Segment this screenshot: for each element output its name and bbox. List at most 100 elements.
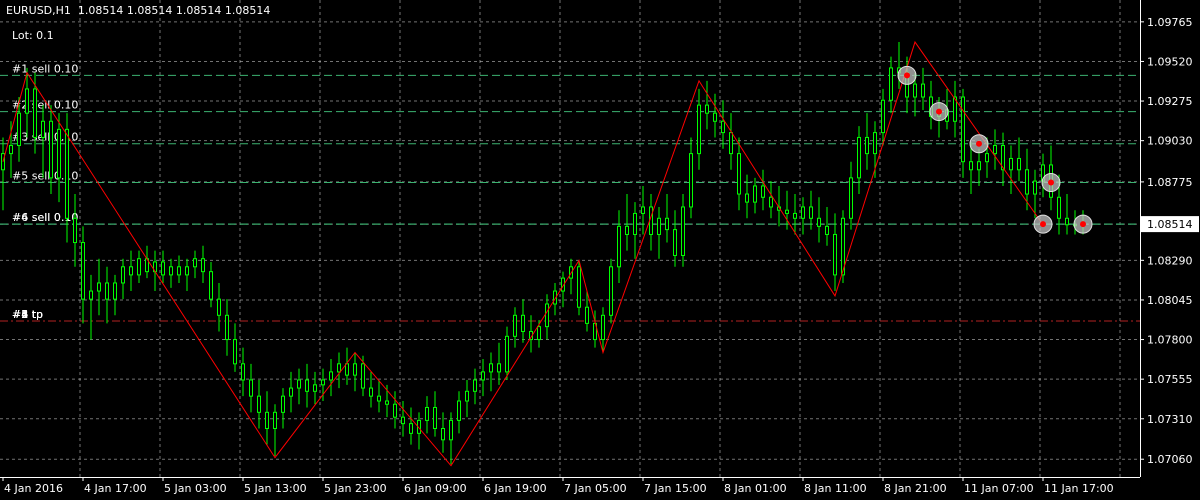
candle-body [305, 379, 309, 392]
entry-marker-dot [1080, 221, 1086, 228]
candle-body [865, 136, 869, 155]
candle-body [1009, 157, 1013, 171]
candle-body [201, 258, 205, 273]
entry-marker-dot [1048, 179, 1054, 186]
candle-body [185, 266, 189, 276]
symbol-info: EURUSD,H1 1.08514 1.08514 1.08514 1.0851… [6, 4, 271, 17]
candle-body [353, 363, 357, 376]
candle-body [41, 120, 45, 138]
candle-body [121, 266, 125, 284]
candle-body [1033, 180, 1037, 195]
candle-body [513, 314, 517, 337]
candle-body [481, 371, 485, 381]
candle-body [377, 395, 381, 402]
candle-body [1025, 169, 1029, 195]
candle-body [985, 153, 989, 163]
candle-body [697, 104, 701, 155]
candle-body [25, 88, 29, 114]
candle-body [193, 258, 197, 268]
candle-body [161, 261, 165, 276]
price-axis: 1.07060 1.07310 1.07555 1.07800 1.08045 1.082… [1140, 16, 1199, 466]
candle-body [449, 419, 453, 441]
candle-body [849, 177, 853, 219]
candle-body [465, 390, 469, 402]
chart-grid [0, 0, 1141, 478]
time-tick-label: 11 Jan 17:00 [1044, 482, 1114, 495]
candle-body [497, 363, 501, 373]
candle-body [289, 387, 293, 397]
candle-body [241, 363, 245, 381]
candle-body [617, 225, 621, 268]
time-tick-label: 4 Jan 2016 [4, 482, 63, 495]
candle-body [793, 212, 797, 219]
candle-body [129, 266, 133, 276]
candle-body [521, 314, 525, 332]
candle-body [721, 120, 725, 134]
price-tick-label: 1.07310 [1147, 413, 1193, 426]
candle-body [873, 132, 877, 155]
time-tick-label: 6 Jan 09:00 [404, 482, 467, 495]
candle-body [961, 96, 965, 163]
candle-body [641, 206, 645, 214]
time-axis: 4 Jan 2016 4 Jan 17:00 5 Jan 03:00 5 Jan 13… [2, 477, 1114, 495]
candle-body [753, 185, 757, 203]
time-tick-label: 5 Jan 03:00 [164, 482, 227, 495]
candle-body [217, 298, 221, 316]
candle-body [545, 303, 549, 328]
candle-body [97, 282, 101, 292]
candle-body [577, 266, 581, 308]
time-tick-label: 5 Jan 13:00 [244, 482, 307, 495]
candle-body [713, 112, 717, 122]
candle-body [921, 83, 925, 98]
candle-body [625, 225, 629, 235]
candle-body [337, 363, 341, 373]
candle-body [601, 314, 605, 341]
candle-body [745, 193, 749, 203]
candle-body [177, 266, 181, 276]
candle-body [825, 225, 829, 235]
candle-body [473, 379, 477, 392]
time-tick-label: 5 Jan 23:00 [324, 482, 387, 495]
candle-body [57, 128, 61, 179]
time-tick-label: 4 Jan 17:00 [84, 482, 147, 495]
candle-body [385, 400, 389, 405]
candle-body [329, 371, 333, 381]
time-tick-label: 6 Jan 19:00 [484, 482, 547, 495]
candle-body [681, 206, 685, 256]
candle-body [257, 395, 261, 413]
candle-body [537, 326, 541, 341]
candle-body [993, 145, 997, 155]
candle-body [737, 153, 741, 195]
time-tick-label: 7 Jan 15:00 [644, 482, 707, 495]
candle-body [913, 83, 917, 98]
candle-body [881, 99, 885, 134]
candle-body [665, 217, 669, 231]
candle-body [9, 145, 13, 155]
candle-body [585, 306, 589, 324]
current-price-label: 1.08514 [1147, 218, 1193, 231]
price-tick-label: 1.08045 [1147, 294, 1193, 307]
candle-body [433, 406, 437, 429]
price-tick-label: 1.07555 [1147, 373, 1193, 386]
price-tick-label: 1.09765 [1147, 16, 1193, 29]
candle-body [801, 206, 805, 219]
candle-body [209, 271, 213, 300]
candle-body [49, 120, 53, 179]
candle-body [441, 427, 445, 441]
candle-body [769, 196, 773, 208]
candle-body [785, 209, 789, 214]
candle-body [225, 314, 229, 341]
candle-body [425, 406, 429, 421]
price-chart[interactable]: #1 sell 0.10#2 sell 0.10#3 sell 0.10#5 s… [0, 0, 1200, 500]
candle-body [361, 363, 365, 389]
candle-body [17, 112, 21, 147]
candle-body [105, 282, 109, 300]
candle-body [609, 266, 613, 316]
candle-body [489, 363, 493, 373]
candle-body [369, 387, 373, 397]
candle-body [505, 335, 509, 373]
candle-body [657, 217, 661, 235]
time-tick-label: 8 Jan 21:00 [884, 482, 947, 495]
candle-body [249, 379, 253, 397]
candle-body [689, 153, 693, 208]
